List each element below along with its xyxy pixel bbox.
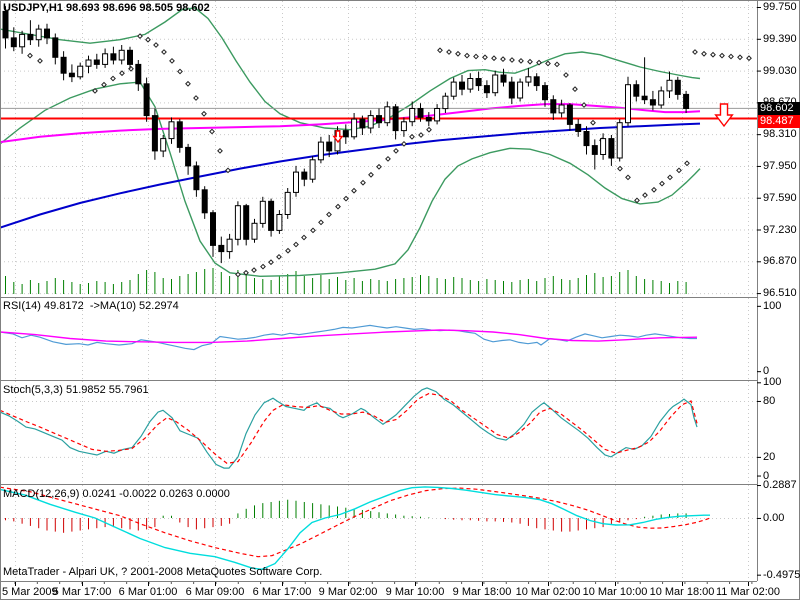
rsi-ma-line — [0, 329, 698, 344]
bollinger-upper-line — [0, 7, 701, 131]
time-tick-label: 10 Mar 18:00 — [649, 586, 715, 598]
price-tick-label: 97.590 — [763, 192, 797, 204]
time-tick-label: 6 Mar 17:00 — [252, 586, 312, 598]
time-tick-label: 9 Mar 02:00 — [318, 586, 378, 598]
price-axis[interactable]: 99.750 99.390 99.030 98.670 98.310 97.950 97.5… — [757, 0, 800, 581]
price-tick-label: 96.510 — [763, 287, 797, 299]
bollinger-lower-line — [0, 81, 701, 278]
price-tick-label: 96.870 — [763, 255, 797, 267]
price-tick-label: 100 — [763, 376, 782, 388]
price-tick-label: 97.230 — [763, 224, 797, 236]
macd-line — [0, 486, 710, 571]
price-tick-label: 99.750 — [763, 1, 797, 13]
time-tick-label: 6 Mar 09:00 — [185, 586, 245, 598]
price-tick-label: 0.2887 — [763, 479, 797, 491]
time-tick-label: 5 Mar 17:00 — [52, 586, 112, 598]
time-tick-label: 6 Mar 01:00 — [118, 586, 178, 598]
slow-ma-line — [0, 122, 701, 229]
stoch-d-line — [0, 392, 698, 465]
price-tick-label: 99.390 — [763, 33, 797, 45]
stoch-k-line — [0, 387, 698, 469]
price-tick-label: 98.310 — [763, 128, 797, 140]
metatrader-chart-window: USDJPY,H1 98.693 98.696 98.505 98.602 RS… — [0, 0, 800, 600]
price-tick-label: 99.030 — [763, 65, 797, 77]
price-tick-label: 20 — [763, 451, 776, 463]
price-tick-label: 100 — [763, 300, 782, 312]
price-tick-label: 97.950 — [763, 160, 797, 172]
time-tick-label: 5 Mar 2009 — [2, 586, 58, 598]
price-tick-label: -0.4975 — [763, 569, 800, 581]
time-tick-label: 10 Mar 10:00 — [582, 586, 648, 598]
price-tick-label: 80 — [763, 395, 776, 407]
time-axis[interactable]: 5 Mar 2009 5 Mar 17:00 6 Mar 01:00 6 Mar 09… — [0, 582, 800, 600]
chart-canvas[interactable] — [0, 0, 800, 600]
price-tick-label: 0.00 — [763, 512, 785, 524]
rsi-line — [0, 324, 697, 351]
time-tick-label: 9 Mar 10:00 — [385, 586, 445, 598]
price-tick-label: 98.670 — [763, 96, 797, 108]
time-tick-label: 10 Mar 02:00 — [515, 586, 581, 598]
sell-arrow-marker — [714, 103, 734, 128]
time-tick-label: 9 Mar 18:00 — [452, 586, 512, 598]
time-tick-label: 11 Mar 02:00 — [715, 586, 781, 598]
